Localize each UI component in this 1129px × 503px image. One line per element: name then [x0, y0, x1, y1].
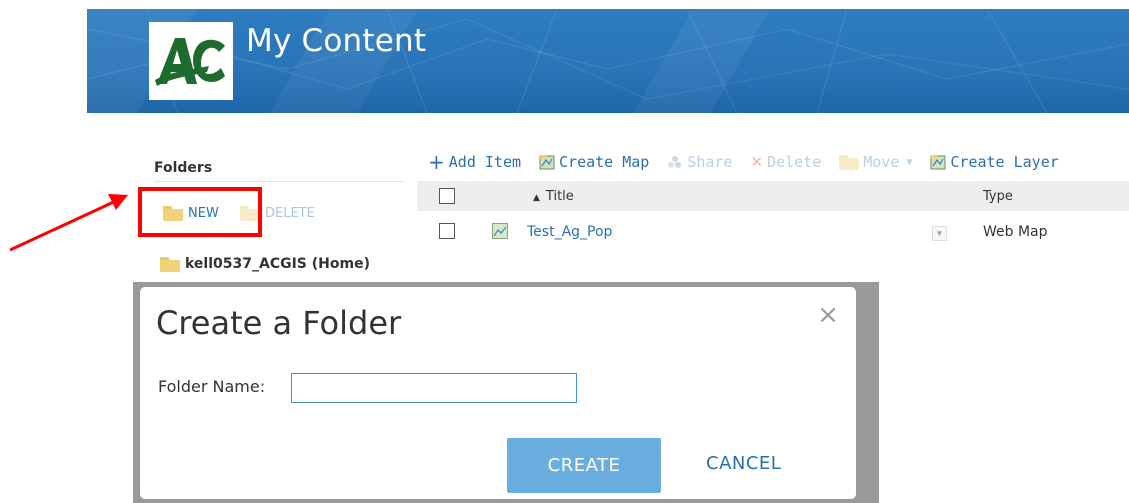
folders-heading: Folders [154, 160, 213, 176]
map-icon [539, 155, 555, 170]
create-button[interactable]: CREATE [507, 438, 661, 493]
column-title-label: Title [545, 189, 574, 204]
delete-x-icon: ✕ [750, 153, 764, 171]
create-layer-button[interactable]: Create Layer [930, 153, 1059, 171]
row-options-dropdown-icon[interactable]: ▼ [932, 226, 947, 241]
column-header-type[interactable]: Type [983, 189, 1013, 204]
move-folder-icon [839, 154, 860, 170]
header-banner: My Content [87, 9, 1129, 113]
item-type: Web Map [983, 224, 1048, 240]
item-title-link[interactable]: Test_Ag_Pop [527, 224, 612, 240]
folder-name-label: Folder Name: [158, 377, 266, 396]
banner-map-pattern [87, 9, 1129, 113]
folder-icon [160, 256, 180, 272]
plus-icon: + [428, 150, 445, 174]
chevron-down-icon: ▼ [906, 156, 913, 168]
layer-icon [930, 155, 946, 170]
add-item-button[interactable]: + Add Item [428, 150, 522, 174]
folder-name-input[interactable] [291, 373, 577, 403]
create-map-label: Create Map [559, 153, 650, 171]
content-toolbar: + Add Item Create Map Share ✕ Delete Mov… [428, 150, 1077, 174]
add-item-label: Add Item [448, 153, 522, 171]
logo [149, 22, 233, 100]
table-header [417, 181, 1129, 211]
create-layer-label: Create Layer [950, 153, 1059, 171]
row-checkbox[interactable] [439, 223, 455, 239]
close-icon[interactable]: × [816, 302, 840, 328]
delete-folder-label: DELETE [265, 205, 315, 221]
share-label: Share [687, 153, 733, 171]
sort-ascending-icon: ▲ [533, 193, 540, 203]
share-icon [668, 156, 682, 168]
annotation-arrow-icon [9, 194, 128, 252]
create-map-button[interactable]: Create Map [539, 153, 649, 171]
highlight-annotation-box [138, 187, 262, 237]
ac-logo-icon [155, 38, 225, 86]
page-title: My Content [246, 23, 427, 59]
create-folder-dialog: Create a Folder × Folder Name: CREATE CA… [140, 287, 856, 499]
column-header-title[interactable]: ▲ Title [533, 189, 574, 204]
cancel-button[interactable]: CANCEL [706, 453, 781, 479]
sidebar-item-home-folder[interactable]: kell0537_ACGIS (Home) [160, 253, 370, 275]
dialog-title: Create a Folder [156, 304, 402, 342]
select-all-checkbox[interactable] [439, 188, 455, 204]
home-folder-label: kell0537_ACGIS (Home) [185, 256, 370, 272]
web-map-icon [492, 223, 508, 239]
folders-divider [154, 181, 404, 182]
share-button[interactable]: Share [667, 153, 732, 171]
delete-button[interactable]: ✕ Delete [750, 153, 821, 171]
move-button[interactable]: Move ▼ [839, 153, 912, 171]
delete-label: Delete [767, 153, 822, 171]
move-label: Move [863, 153, 900, 171]
